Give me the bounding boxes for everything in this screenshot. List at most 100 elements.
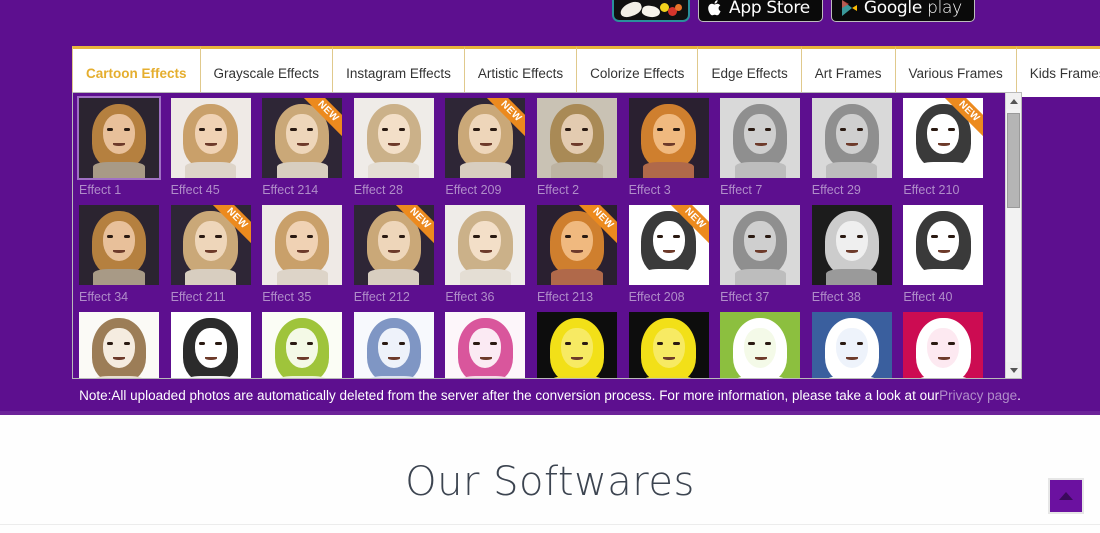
portrait-eye-right xyxy=(398,342,405,346)
portrait-face xyxy=(744,328,777,368)
effect-thumbnail[interactable]: NEW xyxy=(443,96,528,180)
effect-thumbnail[interactable]: NEW xyxy=(626,203,711,287)
portrait-torso xyxy=(826,269,878,285)
effect-cell: Effect 1 xyxy=(77,96,169,203)
effect-thumbnail[interactable] xyxy=(351,96,436,180)
back-to-top-button[interactable] xyxy=(1048,478,1084,514)
effect-thumbnail[interactable] xyxy=(77,96,161,180)
portrait-mouth xyxy=(479,356,492,360)
effects-scrollbar[interactable] xyxy=(1005,93,1021,378)
portrait-torso xyxy=(184,269,237,285)
effect-thumbnail[interactable]: NEW xyxy=(534,203,619,287)
effect-thumbnail[interactable] xyxy=(351,310,436,378)
effect-label: Effect 7 xyxy=(720,183,763,197)
tab-cartoon-effects[interactable]: Cartoon Effects xyxy=(72,46,201,97)
chevron-up-icon xyxy=(1059,492,1073,500)
store-badges: App Store Google play xyxy=(612,0,975,22)
effect-thumbnail[interactable] xyxy=(718,203,803,287)
effect-label: Effect 3 xyxy=(628,183,671,197)
google-play-button[interactable]: Google play xyxy=(830,0,975,22)
effect-thumbnail[interactable]: NEW xyxy=(260,96,345,180)
privacy-note: Note: All uploaded photos are automatica… xyxy=(0,379,1100,411)
tab-label: Various Frames xyxy=(908,65,1003,81)
google-play-word-play: play xyxy=(922,0,962,18)
portrait-eye-right xyxy=(581,342,589,346)
tab-instagram-effects[interactable]: Instagram Effects xyxy=(333,46,465,97)
portrait-preview xyxy=(262,312,343,378)
logo-shape-b xyxy=(641,4,661,19)
tab-label: Cartoon Effects xyxy=(86,65,187,81)
effect-cell: Effect 40 xyxy=(901,203,993,310)
app-logo-icon[interactable] xyxy=(612,0,690,22)
effect-thumbnail[interactable] xyxy=(534,310,619,378)
effect-thumbnail[interactable] xyxy=(77,310,161,378)
tab-art-frames[interactable]: Art Frames xyxy=(801,46,896,97)
effect-thumbnail[interactable]: NEW xyxy=(168,203,253,287)
scroll-up-arrow-icon[interactable] xyxy=(1006,93,1021,109)
portrait-torso xyxy=(184,162,237,178)
effect-thumbnail[interactable] xyxy=(443,203,528,287)
effect-label: Effect 214 xyxy=(262,183,319,197)
portrait-preview xyxy=(720,98,801,178)
softwares-section: Our Softwares xyxy=(0,415,1100,533)
tab-kids-frames[interactable]: Kids Frames xyxy=(1016,46,1100,97)
effect-thumbnail[interactable] xyxy=(626,310,711,378)
portrait-face xyxy=(560,328,593,368)
effect-thumbnail[interactable] xyxy=(443,310,528,378)
effect-label: Effect 2 xyxy=(536,183,580,197)
tab-edge-effects[interactable]: Edge Effects xyxy=(698,46,802,97)
effect-thumbnail[interactable] xyxy=(901,203,986,287)
effect-cell: NEW Effect 212 xyxy=(351,203,444,310)
effects-grid-container[interactable]: Effect 1 Effect 45 NEW Effect 214 Effect 28 N… xyxy=(72,92,1022,379)
effect-thumbnail[interactable] xyxy=(809,96,894,180)
effect-thumbnail[interactable]: NEW xyxy=(351,203,436,287)
effect-thumbnail[interactable] xyxy=(168,310,253,378)
effect-thumbnail[interactable] xyxy=(809,203,894,287)
app-store-button[interactable]: App Store xyxy=(698,0,823,22)
effect-label: Effect 45 xyxy=(170,183,220,197)
effect-thumbnail[interactable] xyxy=(718,310,803,378)
portrait-eye-left xyxy=(839,235,847,239)
privacy-page-link[interactable]: Privacy page xyxy=(939,388,1017,403)
portrait-preview xyxy=(353,312,434,378)
tab-various-frames[interactable]: Various Frames xyxy=(895,46,1017,97)
effect-label: Effect 208 xyxy=(628,290,685,304)
effect-thumbnail[interactable] xyxy=(718,96,803,180)
note-body: All uploaded photos are automatically de… xyxy=(111,387,940,403)
portrait-mouth xyxy=(388,142,401,146)
portrait-eye-right xyxy=(856,235,863,239)
portrait-eye-left xyxy=(198,342,205,346)
tab-artistic-effects[interactable]: Artistic Effects xyxy=(464,46,578,97)
tab-label: Colorize Effects xyxy=(590,65,685,81)
effect-label: Effect 37 xyxy=(720,290,770,304)
tab-colorize-effects[interactable]: Colorize Effects xyxy=(577,46,699,97)
portrait-torso xyxy=(642,269,695,285)
effect-thumbnail[interactable]: NEW xyxy=(901,96,986,180)
effect-cell xyxy=(351,310,444,378)
effect-thumbnail[interactable] xyxy=(809,310,894,378)
effect-thumbnail[interactable] xyxy=(260,310,345,378)
google-play-label: Google play xyxy=(864,0,962,18)
effect-thumbnail[interactable] xyxy=(77,203,161,287)
apple-icon xyxy=(708,0,723,17)
scrollbar-thumb[interactable] xyxy=(1007,113,1020,208)
effect-thumbnail[interactable] xyxy=(534,96,619,180)
portrait-eye-left xyxy=(381,235,389,239)
app-store-label: App Store xyxy=(729,0,810,18)
portrait-face xyxy=(286,221,319,261)
note-suffix: . xyxy=(1017,387,1021,403)
effect-thumbnail[interactable] xyxy=(168,96,253,180)
portrait-eye-right xyxy=(581,128,589,132)
tab-grayscale-effects[interactable]: Grayscale Effects xyxy=(200,46,334,97)
effect-thumbnail[interactable] xyxy=(626,96,711,180)
portrait-face xyxy=(744,114,777,154)
scroll-down-arrow-icon[interactable] xyxy=(1006,362,1021,378)
portrait-mouth xyxy=(296,356,309,360)
effect-cell: NEW Effect 214 xyxy=(260,96,352,203)
portrait-torso xyxy=(276,162,328,178)
effect-thumbnail[interactable] xyxy=(260,203,345,287)
effect-cell: NEW Effect 210 xyxy=(901,96,993,203)
effect-thumbnail[interactable] xyxy=(901,310,986,378)
portrait-eye-left xyxy=(748,342,755,346)
hero-section: App Store Google play Cartoon Effects Gra… xyxy=(0,0,1100,415)
